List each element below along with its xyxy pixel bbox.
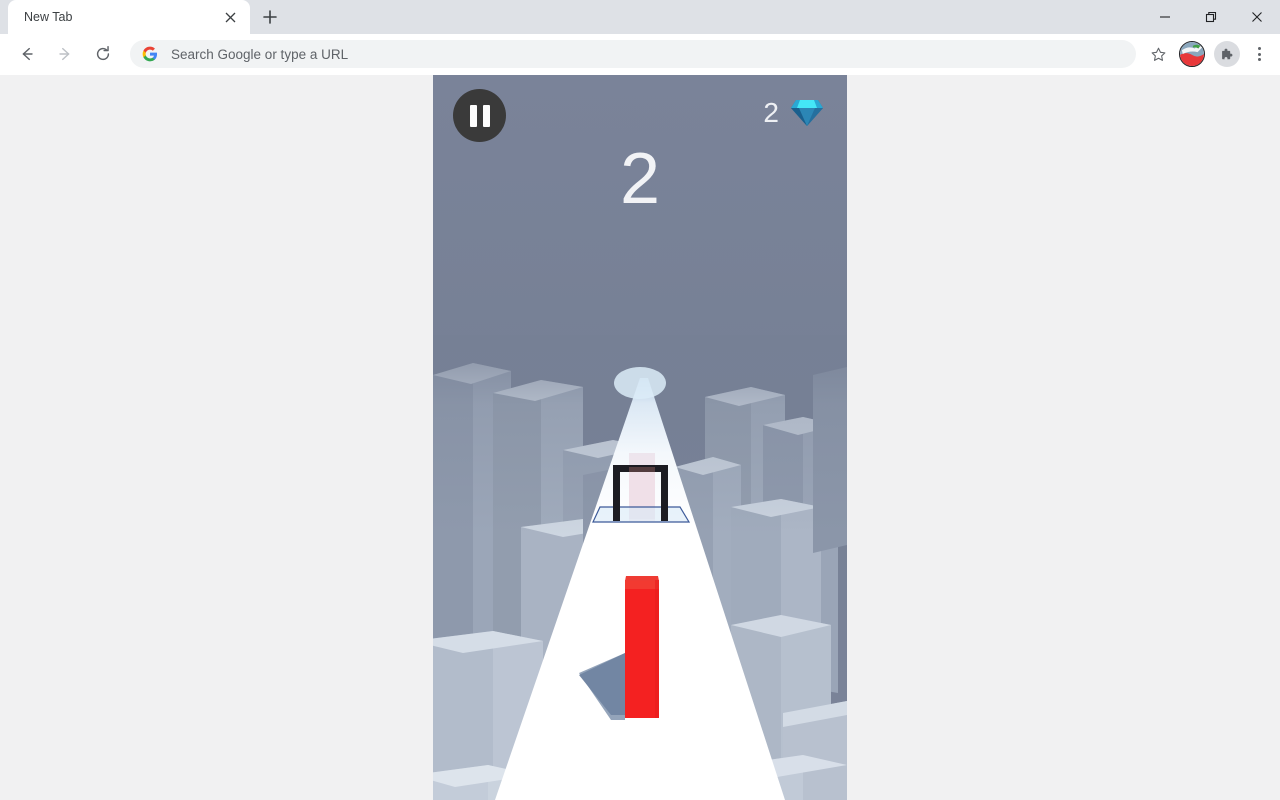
gem-count-value: 2 — [763, 97, 779, 128]
window-close-icon[interactable] — [1234, 0, 1280, 34]
search-input[interactable]: Search Google or type a URL — [171, 47, 1124, 62]
google-g-icon — [142, 46, 158, 62]
tab-new-tab[interactable]: New Tab — [8, 0, 250, 34]
puzzle-piece-icon[interactable] — [1214, 41, 1240, 67]
tab-title: New Tab — [24, 10, 73, 24]
arrow-back-icon[interactable] — [11, 38, 43, 70]
close-icon[interactable] — [220, 7, 240, 27]
game-canvas[interactable]: 2 2 — [433, 75, 847, 800]
tab-strip: New Tab — [0, 0, 1280, 34]
window-controls — [1142, 0, 1280, 34]
omnibox[interactable]: Search Google or type a URL — [130, 40, 1136, 68]
maximize-restore-icon[interactable] — [1188, 0, 1234, 34]
browser-window: New Tab Search Google or type a URL 2 2 — [0, 0, 1280, 800]
pause-button[interactable] — [453, 89, 506, 142]
game-hud: 2 2 — [433, 75, 847, 800]
pause-icon-bar-right — [482, 104, 490, 127]
three-dot-menu-icon[interactable] — [1246, 41, 1272, 67]
arrow-forward-icon[interactable] — [49, 38, 81, 70]
pause-icon-bar-left — [469, 104, 477, 127]
diamond-gem-icon — [789, 97, 825, 129]
star-icon[interactable] — [1144, 40, 1172, 68]
profile-avatar[interactable] — [1179, 41, 1205, 67]
gem-counter: 2 — [763, 97, 825, 129]
browser-toolbar: Search Google or type a URL — [0, 34, 1280, 75]
minimize-icon[interactable] — [1142, 0, 1188, 34]
plus-icon[interactable] — [256, 3, 284, 31]
page-viewport: 2 2 — [0, 75, 1280, 800]
score-display: 2 — [619, 139, 661, 219]
reload-icon[interactable] — [87, 38, 119, 70]
